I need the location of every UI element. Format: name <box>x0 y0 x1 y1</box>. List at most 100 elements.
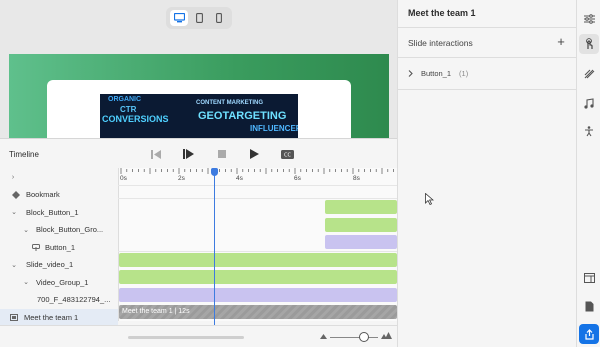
chevron-down-icon[interactable]: ⌄ <box>10 261 18 269</box>
desktop-view-button[interactable] <box>170 10 188 26</box>
interaction-item-label: Button_1 <box>421 69 452 78</box>
track-divider <box>118 185 397 186</box>
zoom-slider-handle[interactable] <box>359 332 369 342</box>
track-bar-slide[interactable]: Meet the team 1 | 12s <box>119 305 397 319</box>
interaction-item[interactable]: Button_1 (1) <box>408 69 468 78</box>
stop-button[interactable] <box>218 148 226 160</box>
document-tab[interactable] <box>579 296 599 316</box>
playhead-line[interactable] <box>214 174 215 325</box>
track-bar-slide-video[interactable] <box>119 253 397 267</box>
divider <box>398 27 576 28</box>
tablet-icon <box>195 13 203 23</box>
properties-panel: Meet the team 1 Slide interactions + But… <box>397 0 576 347</box>
ruler-label: 6s <box>294 175 301 182</box>
effects-tab[interactable] <box>579 64 599 84</box>
effects-icon <box>584 69 594 79</box>
slide-interactions-label: Slide interactions <box>408 38 473 48</box>
chevron-down-icon[interactable]: ⌄ <box>22 278 30 286</box>
audio-icon <box>584 97 594 109</box>
ruler-label: 8s <box>353 175 360 182</box>
icon-rail <box>576 0 600 347</box>
divider <box>398 89 576 90</box>
phone-view-button[interactable] <box>210 10 228 26</box>
svg-text:CC: CC <box>284 152 291 158</box>
tree-row-label: Button_1 <box>45 242 76 252</box>
track-bar-button[interactable] <box>325 235 397 249</box>
thumb-word-influencer: INFLUENCER <box>250 124 298 133</box>
tree-row-bookmark[interactable]: Bookmark <box>0 186 118 204</box>
slide-icon <box>10 313 18 321</box>
tree-row-video-group[interactable]: ⌄ Video_Group_1 <box>0 274 118 292</box>
bookmark-icon <box>12 190 20 199</box>
zoom-out-icon[interactable] <box>320 334 327 339</box>
tree-row-label: 700_F_483122794_... <box>37 295 111 305</box>
track-divider <box>118 198 397 199</box>
interactions-tab[interactable] <box>579 34 599 54</box>
track-bar-block-button-group[interactable] <box>325 218 397 232</box>
thumb-word-organic: ORGANIC <box>108 96 142 103</box>
ruler-label: 2s <box>178 175 185 182</box>
chevron-down-icon[interactable]: ⌄ <box>10 208 18 216</box>
chevron-down-icon[interactable]: ⌄ <box>22 226 30 234</box>
thumb-word-content-marketing: CONTENT MARKETING <box>196 100 263 106</box>
document-icon <box>585 301 593 311</box>
timeline-layer-tree: › Bookmark ⌄ Block_Button_1 ⌄ Block_Butt… <box>0 169 118 326</box>
stop-icon <box>218 150 226 158</box>
play-from-start-button[interactable] <box>183 148 194 160</box>
track-divider <box>118 251 397 252</box>
tree-collapse-row[interactable]: › <box>0 169 118 187</box>
tree-row-video-file[interactable]: 700_F_483122794_... <box>0 291 118 309</box>
zoom-slider-track[interactable] <box>330 337 378 338</box>
ruler-label: 0s <box>120 175 127 182</box>
step-back-icon <box>151 149 161 159</box>
zoom-in-icon[interactable] <box>381 332 392 339</box>
thumb-word-geotargeting: GEOTARGETING <box>198 110 287 122</box>
tablet-view-button[interactable] <box>190 10 208 26</box>
interactions-icon <box>585 38 593 49</box>
share-icon <box>584 328 594 340</box>
panel-title: Meet the team 1 <box>408 8 476 18</box>
tree-row-label: Block_Button_Gro... <box>36 225 104 235</box>
tree-row-label: Block_Button_1 <box>26 207 79 217</box>
tree-row-label: Bookmark <box>26 190 60 200</box>
divider <box>398 57 576 58</box>
thumb-word-ctr: CTR <box>120 105 137 114</box>
properties-tab[interactable] <box>579 9 599 29</box>
layout-tab[interactable] <box>579 268 599 288</box>
accessibility-tab[interactable] <box>579 121 599 141</box>
button-icon <box>32 244 40 252</box>
accessibility-icon <box>585 125 593 136</box>
chevron-right-icon: › <box>11 174 15 182</box>
captions-button[interactable]: CC <box>281 148 294 160</box>
interaction-item-count: (1) <box>459 69 469 78</box>
tree-row-button[interactable]: Button_1 <box>0 239 118 257</box>
track-bar-block-button[interactable] <box>325 200 397 214</box>
tree-row-label: Meet the team 1 <box>24 312 79 322</box>
chevron-right-icon <box>408 70 413 77</box>
play-button[interactable] <box>250 148 259 160</box>
phone-icon <box>216 13 222 23</box>
device-switcher <box>166 7 232 29</box>
add-interaction-button[interactable]: + <box>555 35 567 49</box>
timeline-scrollbar[interactable] <box>128 336 244 339</box>
desktop-icon <box>173 13 185 23</box>
play-from-start-icon <box>183 149 194 159</box>
track-bar-video-file[interactable] <box>119 288 397 302</box>
playhead-handle[interactable] <box>211 168 218 176</box>
thumb-word-conversions: CONVERSIONS <box>102 114 169 124</box>
track-bar-video-group[interactable] <box>119 270 397 284</box>
tree-row-block-button-group[interactable]: ⌄ Block_Button_Gro... <box>0 221 118 239</box>
share-button[interactable] <box>579 324 599 344</box>
tree-row-label: Slide_video_1 <box>26 260 74 270</box>
play-icon <box>250 149 259 159</box>
tree-row-slide-video[interactable]: ⌄ Slide_video_1 <box>0 256 118 274</box>
step-back-button[interactable] <box>151 148 161 160</box>
video-thumbnail[interactable]: ORGANIC CTR CONVERSIONS CONTENT MARKETIN… <box>100 94 298 138</box>
ruler-label: 4s <box>236 175 243 182</box>
mouse-cursor-icon <box>425 193 434 205</box>
audio-tab[interactable] <box>579 93 599 113</box>
tree-row-slide[interactable]: Meet the team 1 <box>0 308 118 326</box>
timeline-title: Timeline <box>9 150 39 159</box>
slide-canvas: ORGANIC CTR CONVERSIONS CONTENT MARKETIN… <box>0 0 397 138</box>
tree-row-block-button[interactable]: ⌄ Block_Button_1 <box>0 204 118 222</box>
